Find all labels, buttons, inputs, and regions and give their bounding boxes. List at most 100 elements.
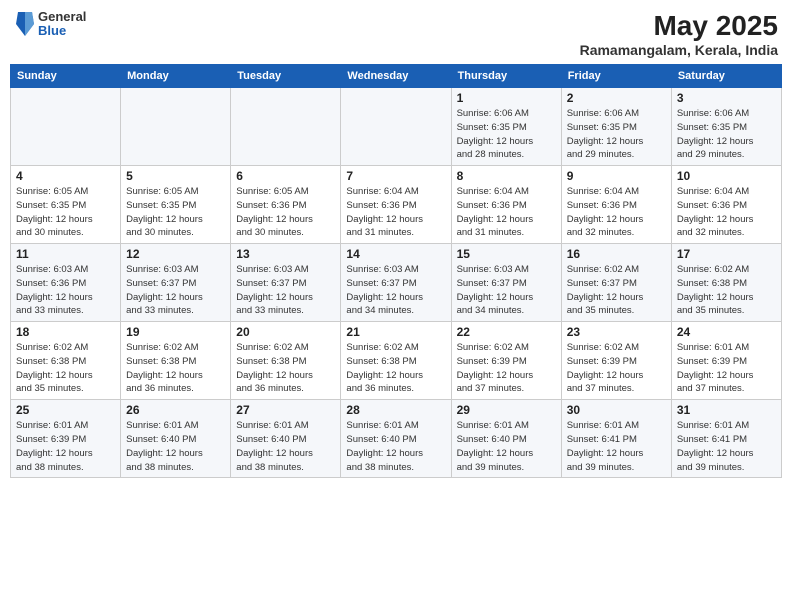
calendar-cell: 12 Sunrise: 6:03 AMSunset: 6:37 PMDayligh… [121, 244, 231, 322]
calendar-week-row: 11 Sunrise: 6:03 AMSunset: 6:36 PMDayligh… [11, 244, 782, 322]
calendar-cell: 26 Sunrise: 6:01 AMSunset: 6:40 PMDayligh… [121, 400, 231, 478]
calendar-cell: 20 Sunrise: 6:02 AMSunset: 6:38 PMDayligh… [231, 322, 341, 400]
calendar-cell: 24 Sunrise: 6:01 AMSunset: 6:39 PMDayligh… [671, 322, 781, 400]
day-number: 3 [677, 91, 776, 105]
day-info: Sunrise: 6:03 AMSunset: 6:36 PMDaylight:… [16, 263, 115, 318]
calendar-cell: 25 Sunrise: 6:01 AMSunset: 6:39 PMDayligh… [11, 400, 121, 478]
calendar-cell: 29 Sunrise: 6:01 AMSunset: 6:40 PMDayligh… [451, 400, 561, 478]
calendar-cell: 21Sunrise: 6:02 AMSunset: 6:38 PMDayligh… [341, 322, 451, 400]
day-info: Sunrise: 6:06 AMSunset: 6:35 PMDaylight:… [677, 107, 776, 162]
calendar-cell: 14Sunrise: 6:03 AMSunset: 6:37 PMDayligh… [341, 244, 451, 322]
month-title: May 2025 [580, 10, 778, 42]
location-title: Ramamangalam, Kerala, India [580, 42, 778, 58]
logo-icon [14, 10, 36, 38]
day-info: Sunrise: 6:01 AMSunset: 6:40 PMDaylight:… [236, 419, 335, 474]
weekday-header-wednesday: Wednesday [341, 65, 451, 88]
calendar-cell: 17 Sunrise: 6:02 AMSunset: 6:38 PMDayligh… [671, 244, 781, 322]
day-info: Sunrise: 6:02 AMSunset: 6:39 PMDaylight:… [567, 341, 666, 396]
calendar-cell [11, 88, 121, 166]
calendar-cell: 7 Sunrise: 6:04 AMSunset: 6:36 PMDaylight… [341, 166, 451, 244]
day-number: 17 [677, 247, 776, 261]
title-block: May 2025 Ramamangalam, Kerala, India [580, 10, 778, 58]
day-number: 9 [567, 169, 666, 183]
calendar-cell [121, 88, 231, 166]
calendar-cell: 30Sunrise: 6:01 AMSunset: 6:41 PMDayligh… [561, 400, 671, 478]
calendar-week-row: 1 Sunrise: 6:06 AMSunset: 6:35 PMDaylight… [11, 88, 782, 166]
day-info: Sunrise: 6:01 AMSunset: 6:39 PMDaylight:… [16, 419, 115, 474]
day-number: 7 [346, 169, 445, 183]
day-number: 24 [677, 325, 776, 339]
day-number: 5 [126, 169, 225, 183]
day-number: 12 [126, 247, 225, 261]
calendar-cell: 2 Sunrise: 6:06 AMSunset: 6:35 PMDaylight… [561, 88, 671, 166]
calendar-cell: 6 Sunrise: 6:05 AMSunset: 6:36 PMDaylight… [231, 166, 341, 244]
calendar-cell: 16Sunrise: 6:02 AMSunset: 6:37 PMDayligh… [561, 244, 671, 322]
day-number: 8 [457, 169, 556, 183]
day-info: Sunrise: 6:03 AMSunset: 6:37 PMDaylight:… [126, 263, 225, 318]
day-info: Sunrise: 6:01 AMSunset: 6:39 PMDaylight:… [677, 341, 776, 396]
calendar-cell: 15Sunrise: 6:03 AMSunset: 6:37 PMDayligh… [451, 244, 561, 322]
day-number: 27 [236, 403, 335, 417]
day-info: Sunrise: 6:01 AMSunset: 6:40 PMDaylight:… [457, 419, 556, 474]
calendar-cell: 18 Sunrise: 6:02 AMSunset: 6:38 PMDayligh… [11, 322, 121, 400]
calendar-cell: 4Sunrise: 6:05 AMSunset: 6:35 PMDaylight… [11, 166, 121, 244]
calendar-cell: 31 Sunrise: 6:01 AMSunset: 6:41 PMDayligh… [671, 400, 781, 478]
day-info: Sunrise: 6:02 AMSunset: 6:38 PMDaylight:… [677, 263, 776, 318]
calendar-cell: 27 Sunrise: 6:01 AMSunset: 6:40 PMDayligh… [231, 400, 341, 478]
day-number: 6 [236, 169, 335, 183]
day-number: 23 [567, 325, 666, 339]
weekday-header-friday: Friday [561, 65, 671, 88]
logo-blue: Blue [38, 24, 86, 38]
day-number: 16 [567, 247, 666, 261]
day-info: Sunrise: 6:04 AMSunset: 6:36 PMDaylight:… [567, 185, 666, 240]
day-info: Sunrise: 6:01 AMSunset: 6:41 PMDaylight:… [677, 419, 776, 474]
logo-text: General Blue [38, 10, 86, 39]
page-header: General Blue May 2025 Ramamangalam, Kera… [10, 10, 782, 58]
day-number: 19 [126, 325, 225, 339]
day-info: Sunrise: 6:02 AMSunset: 6:39 PMDaylight:… [457, 341, 556, 396]
calendar-week-row: 18 Sunrise: 6:02 AMSunset: 6:38 PMDayligh… [11, 322, 782, 400]
calendar-week-row: 25 Sunrise: 6:01 AMSunset: 6:39 PMDayligh… [11, 400, 782, 478]
day-info: Sunrise: 6:01 AMSunset: 6:40 PMDaylight:… [126, 419, 225, 474]
day-number: 25 [16, 403, 115, 417]
weekday-header-row: SundayMondayTuesdayWednesdayThursdayFrid… [11, 65, 782, 88]
calendar-week-row: 4 Sunrise: 6:05 AMSunset: 6:35 PMDaylight… [11, 166, 782, 244]
weekday-header-sunday: Sunday [11, 65, 121, 88]
day-number: 2 [567, 91, 666, 105]
day-info: Sunrise: 6:06 AMSunset: 6:35 PMDaylight:… [457, 107, 556, 162]
day-number: 4 [16, 169, 115, 183]
day-info: Sunrise: 6:02 AMSunset: 6:38 PMDaylight:… [126, 341, 225, 396]
calendar-cell: 22 Sunrise: 6:02 AMSunset: 6:39 PMDayligh… [451, 322, 561, 400]
day-info: Sunrise: 6:05 AMSunset: 6:35 PMDaylight:… [126, 185, 225, 240]
day-info: Sunrise: 6:03 AMSunset: 6:37 PMDaylight:… [457, 263, 556, 318]
day-number: 28 [346, 403, 445, 417]
day-info: Sunrise: 6:02 AMSunset: 6:38 PMDaylight:… [16, 341, 115, 396]
calendar-cell: 1 Sunrise: 6:06 AMSunset: 6:35 PMDaylight… [451, 88, 561, 166]
day-number: 31 [677, 403, 776, 417]
day-number: 14 [346, 247, 445, 261]
calendar-cell: 19 Sunrise: 6:02 AMSunset: 6:38 PMDayligh… [121, 322, 231, 400]
day-number: 26 [126, 403, 225, 417]
calendar-cell: 23 Sunrise: 6:02 AMSunset: 6:39 PMDayligh… [561, 322, 671, 400]
day-number: 13 [236, 247, 335, 261]
weekday-header-tuesday: Tuesday [231, 65, 341, 88]
day-number: 22 [457, 325, 556, 339]
day-number: 29 [457, 403, 556, 417]
logo: General Blue [14, 10, 86, 39]
day-number: 18 [16, 325, 115, 339]
day-number: 20 [236, 325, 335, 339]
day-info: Sunrise: 6:04 AMSunset: 6:36 PMDaylight:… [457, 185, 556, 240]
day-number: 1 [457, 91, 556, 105]
day-info: Sunrise: 6:05 AMSunset: 6:36 PMDaylight:… [236, 185, 335, 240]
day-info: Sunrise: 6:01 AMSunset: 6:40 PMDaylight:… [346, 419, 445, 474]
calendar-cell: 28 Sunrise: 6:01 AMSunset: 6:40 PMDayligh… [341, 400, 451, 478]
logo-general: General [38, 10, 86, 24]
day-info: Sunrise: 6:04 AMSunset: 6:36 PMDaylight:… [346, 185, 445, 240]
day-number: 21 [346, 325, 445, 339]
day-info: Sunrise: 6:02 AMSunset: 6:38 PMDaylight:… [236, 341, 335, 396]
weekday-header-monday: Monday [121, 65, 231, 88]
calendar-cell: 9 Sunrise: 6:04 AMSunset: 6:36 PMDaylight… [561, 166, 671, 244]
day-info: Sunrise: 6:06 AMSunset: 6:35 PMDaylight:… [567, 107, 666, 162]
day-number: 11 [16, 247, 115, 261]
day-info: Sunrise: 6:03 AMSunset: 6:37 PMDaylight:… [236, 263, 335, 318]
